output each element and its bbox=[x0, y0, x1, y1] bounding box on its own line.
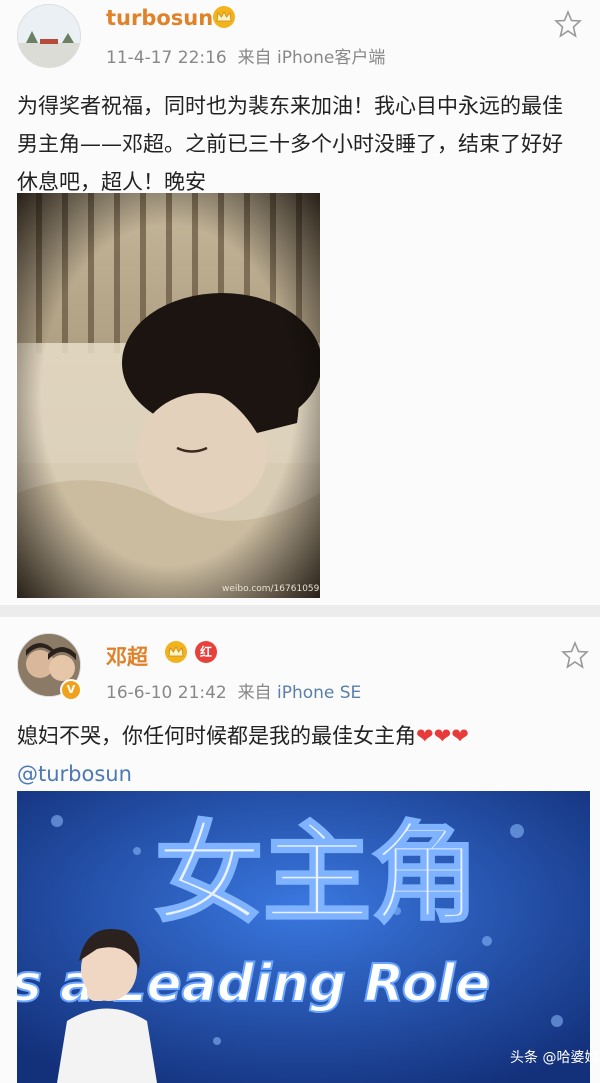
stage-title: 女主角 bbox=[155, 812, 479, 937]
vip-crown-icon bbox=[213, 6, 235, 28]
photo-watermark: weibo.com/1676105910 bbox=[222, 584, 320, 594]
post-text-body: 媳妇不哭，你任何时候都是我的最佳女主角 bbox=[17, 724, 416, 748]
post-source[interactable]: iPhone SE bbox=[277, 683, 361, 703]
post-meta: 11-4-17 22:16 来自 iPhone客户端 bbox=[106, 43, 385, 68]
vip-crown-icon bbox=[165, 641, 187, 663]
weibo-post-1: turbosun 11-4-17 22:16 来自 iPhone客户端 为得奖者… bbox=[0, 0, 600, 605]
timestamp: 16-6-10 21:42 bbox=[106, 683, 227, 703]
sleeping-woman-photo: weibo.com/1676105910 bbox=[17, 193, 320, 598]
source-prefix: 来自 bbox=[237, 48, 272, 68]
award-stage-photo: 女主角 s a Leading Role bbox=[17, 791, 590, 1083]
weibo-post-2: V 邓超 红 16-6-10 21:42 来自 iPhone SE 媳妇不哭，你… bbox=[0, 617, 600, 1083]
heart-emoji-icon: ❤❤❤ bbox=[416, 724, 469, 748]
toutiao-watermark: 头条 @哈婆娘i bbox=[510, 1050, 600, 1066]
timestamp: 11-4-17 22:16 bbox=[106, 48, 227, 68]
post-text: 媳妇不哭，你任何时候都是我的最佳女主角❤❤❤ @turbosun bbox=[17, 717, 587, 793]
post-photo[interactable]: 女主角 s a Leading Role bbox=[17, 791, 590, 1083]
star-icon[interactable] bbox=[561, 641, 589, 669]
username[interactable]: 邓超 bbox=[106, 641, 148, 671]
post-photo[interactable]: weibo.com/1676105910 bbox=[17, 193, 320, 598]
source-prefix: 来自 bbox=[237, 683, 272, 703]
post-source: iPhone客户端 bbox=[276, 48, 386, 68]
red-badge: 红 bbox=[195, 641, 217, 663]
star-icon[interactable] bbox=[554, 10, 582, 38]
post-meta: 16-6-10 21:42 来自 iPhone SE bbox=[106, 678, 361, 703]
snow-landscape-avatar-image bbox=[18, 5, 80, 67]
avatar[interactable] bbox=[17, 4, 81, 68]
username[interactable]: turbosun bbox=[106, 6, 213, 30]
verified-badge: V bbox=[60, 679, 82, 701]
mention-link[interactable]: @turbosun bbox=[17, 762, 132, 786]
post-text: 为得奖者祝福，同时也为裴东来加油！我心目中永远的最佳男主角——邓超。之前已三十多… bbox=[17, 94, 563, 194]
